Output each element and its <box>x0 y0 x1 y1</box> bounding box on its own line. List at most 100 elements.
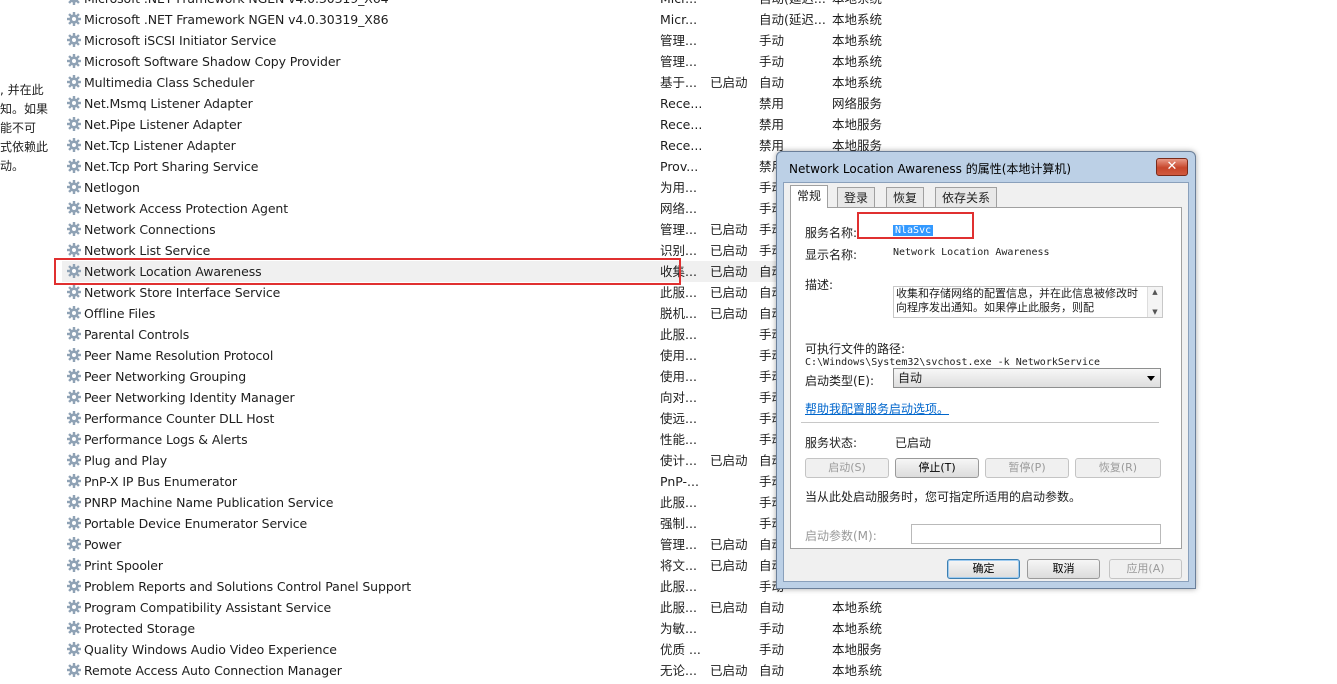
service-description-cell: 强制... <box>660 516 697 531</box>
service-description-cell: 脱机... <box>660 306 697 321</box>
service-startup-cell: 自动 <box>759 600 785 615</box>
service-name-cell: Microsoft iSCSI Initiator Service <box>84 33 277 48</box>
service-description-cell: 优质 ... <box>660 642 701 657</box>
service-row[interactable]: Microsoft .NET Framework NGEN v4.0.30319… <box>62 9 962 30</box>
service-startup-cell: 手动 <box>759 621 785 636</box>
service-row[interactable]: Quality Windows Audio Video Experience 优质… <box>62 639 962 660</box>
service-logon-cell: 本地服务 <box>832 117 883 132</box>
service-description-cell: 无论... <box>660 663 697 678</box>
service-name-cell: Offline Files <box>84 306 156 321</box>
stop-button[interactable]: 停止(T) <box>895 458 979 478</box>
service-logon-cell: 本地服务 <box>832 642 883 657</box>
apply-button[interactable]: 应用(A) <box>1109 559 1182 579</box>
service-row[interactable]: Microsoft iSCSI Initiator Service 管理... 手动… <box>62 30 962 51</box>
startup-type-select[interactable]: 自动 <box>893 368 1161 388</box>
gear-icon <box>66 660 82 681</box>
service-logon-cell: 本地系统 <box>832 0 882 9</box>
service-description-cell: 此服... <box>660 495 697 510</box>
start-params-input[interactable] <box>911 524 1161 544</box>
service-row[interactable]: Microsoft Software Shadow Copy Provider 管… <box>62 51 962 72</box>
startup-type-label: 启动类型(E): <box>805 374 874 388</box>
start-button[interactable]: 启动(S) <box>805 458 889 478</box>
service-name-cell: Peer Networking Grouping <box>84 369 247 384</box>
service-name-cell: Peer Name Resolution Protocol <box>84 348 274 363</box>
service-description-cell: Prov... <box>660 159 699 174</box>
gear-icon <box>66 450 82 471</box>
gear-icon <box>66 408 82 429</box>
service-logon-cell: 本地系统 <box>832 75 883 90</box>
service-description-cell: PnP-... <box>660 474 699 489</box>
service-description-cell: 管理... <box>660 33 697 48</box>
service-description-cell: 识别... <box>660 243 697 258</box>
service-name-value[interactable]: NlaSvc <box>893 225 934 236</box>
gear-icon <box>66 261 82 282</box>
gear-icon <box>66 198 82 219</box>
gear-icon <box>66 135 82 156</box>
service-status-cell: 已启动 <box>710 75 748 90</box>
service-logon-cell: 本地系统 <box>832 663 883 678</box>
description-fragment-line: 能不可 <box>0 121 37 135</box>
executable-path-label: 可执行文件的路径: <box>805 342 906 356</box>
service-description-cell: 将文... <box>660 558 697 573</box>
service-row[interactable]: Net.Msmq Listener Adapter Rece... 禁用 网络服务 <box>62 93 962 114</box>
service-startup-cell: 手动 <box>759 642 785 657</box>
service-status-cell: 已启动 <box>710 222 748 237</box>
pause-button[interactable]: 暂停(P) <box>985 458 1069 478</box>
service-name-cell: Netlogon <box>84 180 140 195</box>
service-row[interactable]: Program Compatibility Assistant Service 此… <box>62 597 962 618</box>
service-description-cell: Rece... <box>660 117 703 132</box>
resume-button[interactable]: 恢复(R) <box>1075 458 1161 478</box>
service-description-cell: 性能... <box>660 432 697 447</box>
description-scrollbar[interactable]: ▲ ▼ <box>1147 287 1162 317</box>
gear-icon <box>66 9 82 30</box>
service-name-cell: Problem Reports and Solutions Control Pa… <box>84 579 412 594</box>
service-description-cell: 使用... <box>660 369 697 384</box>
service-status-cell: 已启动 <box>710 537 748 552</box>
gear-icon <box>66 429 82 450</box>
gear-icon <box>66 324 82 345</box>
service-row[interactable]: Protected Storage 为敏... 手动 本地系统 <box>62 618 962 639</box>
service-status-cell: 已启动 <box>710 243 748 258</box>
tab-recovery[interactable]: 恢复 <box>886 187 925 207</box>
service-name-cell: Network Store Interface Service <box>84 285 281 300</box>
service-description-cell: Micr... <box>660 12 698 27</box>
start-params-hint: 当从此处启动服务时，您可指定所适用的启动参数。 <box>805 490 1082 504</box>
dialog-body: 常规 登录 恢复 依存关系 服务名称: NlaSvc 显示名称: Network… <box>783 182 1189 582</box>
service-name-cell: Network Connections <box>84 222 216 237</box>
general-tab-panel: 服务名称: NlaSvc 显示名称: Network Location Awar… <box>790 207 1182 549</box>
service-row[interactable]: Remote Access Auto Connection Manager 无论.… <box>62 660 962 681</box>
service-name-cell: Parental Controls <box>84 327 190 342</box>
service-status-cell: 已启动 <box>710 306 748 321</box>
gear-icon <box>66 555 82 576</box>
service-description-cell: Rece... <box>660 138 703 153</box>
service-status-cell: 已启动 <box>710 663 748 678</box>
help-configure-link[interactable]: 帮助我配置服务启动选项。 <box>805 400 949 417</box>
truncated-description-pane: , 并在此 知。如果 能不可 式依赖此 动。 <box>0 81 52 176</box>
gear-icon <box>66 93 82 114</box>
ok-button[interactable]: 确定 <box>947 559 1020 579</box>
close-button[interactable]: ✕ <box>1156 158 1188 176</box>
tab-dependencies[interactable]: 依存关系 <box>935 187 998 207</box>
cancel-button[interactable]: 取消 <box>1027 559 1100 579</box>
tab-logon[interactable]: 登录 <box>837 187 876 207</box>
gear-icon <box>66 387 82 408</box>
service-row[interactable]: Net.Pipe Listener Adapter Rece... 禁用 本地服务 <box>62 114 962 135</box>
gear-icon <box>66 30 82 51</box>
executable-path-value[interactable]: C:\Windows\System32\svchost.exe -k Netwo… <box>805 357 1100 368</box>
service-description-cell: 为敏... <box>660 621 697 636</box>
service-row[interactable]: Multimedia Class Scheduler 基于... 已启动 自动 本地系统 <box>62 72 962 93</box>
service-name-cell: Multimedia Class Scheduler <box>84 75 255 90</box>
service-description-cell: 向对... <box>660 390 697 405</box>
service-logon-cell: 本地系统 <box>832 54 883 69</box>
service-name-cell: Protected Storage <box>84 621 196 636</box>
service-row[interactable]: Microsoft .NET Framework NGEN v4.0.30319… <box>62 0 962 9</box>
description-field[interactable]: 收集和存储网络的配置信息，并在此信息被修改时向程序发出通知。如果停止此服务，则配… <box>893 286 1163 318</box>
service-name-cell: Net.Tcp Port Sharing Service <box>84 159 259 174</box>
service-name-cell: Microsoft .NET Framework NGEN v4.0.30319… <box>84 12 389 27</box>
service-logon-cell: 网络服务 <box>832 96 883 111</box>
service-description-cell: 管理... <box>660 54 697 69</box>
display-name-value[interactable]: Network Location Awareness <box>893 247 1050 258</box>
start-params-label: 启动参数(M): <box>805 529 877 543</box>
service-status-cell: 已启动 <box>710 453 748 468</box>
tab-general[interactable]: 常规 <box>790 185 829 208</box>
